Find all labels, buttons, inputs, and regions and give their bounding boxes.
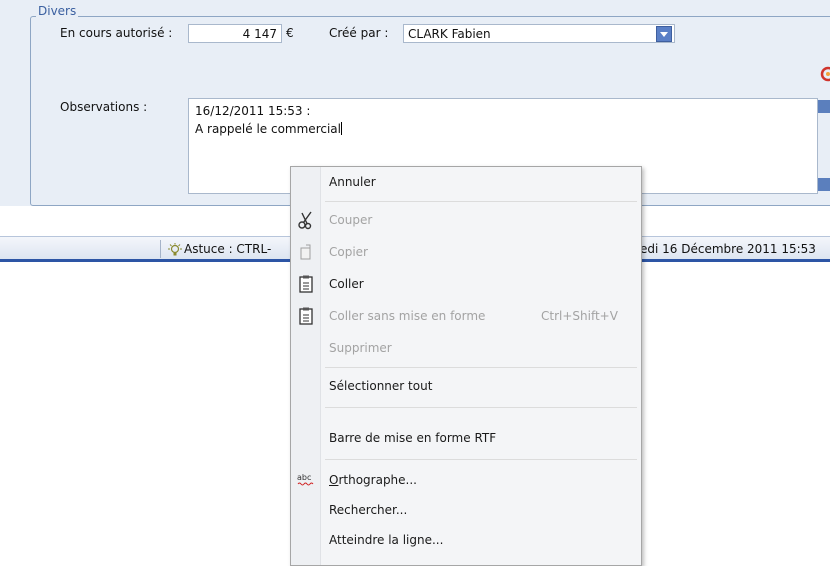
menu-item-label: Sélectionner tout [329,379,433,393]
menu-item-copier[interactable]: Copier [291,237,641,267]
refresh-icon[interactable] [818,66,830,82]
menu-item-label: Barre de mise en forme RTF [329,431,497,445]
menu-separator [325,367,637,368]
menu-item-label: Coller sans mise en forme [329,309,486,323]
cree-par-value: CLARK Fabien [408,27,491,41]
menu-item-label: Rechercher... [329,503,408,517]
spellcheck-icon: abc [297,473,314,486]
cree-par-select[interactable]: CLARK Fabien [403,24,675,43]
currency-label: € [286,26,294,40]
scroll-up-button[interactable] [818,100,830,113]
menu-separator [325,459,637,460]
menu-item-annuler[interactable]: Annuler [291,167,641,197]
observations-line-2: A rappelé le commercial [195,120,811,138]
menu-item-supprimer[interactable]: Supprimer [291,333,641,363]
menu-item-label: Coller [329,277,364,291]
menu-item-couper[interactable]: Couper [291,205,641,235]
text-caret [340,122,342,135]
status-date: edi 16 Décembre 2011 15:53 [640,242,816,256]
scroll-down-button[interactable] [818,178,830,191]
svg-text:abc: abc [297,473,311,482]
menu-separator [325,407,637,408]
menu-item-label: Atteindre la ligne... [329,533,444,547]
encours-value: 4 147 [242,27,277,41]
menu-item-label: Supprimer [329,341,392,355]
observations-line-1: 16/12/2011 15:53 : [195,104,311,118]
status-tip: Astuce : CTRL- [184,242,272,256]
menu-item-coller-sans-mise-en-forme[interactable]: Coller sans mise en forme Ctrl+Shift+V [291,301,641,331]
menu-item-shortcut: Ctrl+Shift+V [541,309,618,323]
lightbulb-icon [168,243,182,256]
encours-label: En cours autorisé : [60,26,173,40]
status-separator [160,240,161,258]
menu-item-orthographe[interactable]: abc Orthographe... [291,465,641,495]
menu-item-atteindre-la-ligne[interactable]: Atteindre la ligne... [291,525,641,555]
menu-item-rechercher[interactable]: Rechercher... [291,495,641,525]
menu-item-label: Copier [329,245,368,259]
menu-separator [325,201,637,202]
copy-icon [300,244,311,260]
paste-icon [299,275,313,293]
chevron-down-icon[interactable] [656,26,672,42]
paste-plain-icon [299,307,313,325]
encours-input[interactable]: 4 147 [188,24,282,43]
cree-par-label: Créé par : [329,26,389,40]
menu-item-coller[interactable]: Coller [291,269,641,299]
menu-item-selectionner-tout[interactable]: Sélectionner tout [291,371,641,401]
observations-line-2-text: A rappelé le commercial [195,122,341,136]
observations-label: Observations : [60,100,148,114]
fieldset-legend: Divers [36,4,79,18]
menu-item-label-rest: rthographe... [338,473,417,487]
menu-item-label: Couper [329,213,373,227]
menu-item-label: Orthographe... [329,473,417,487]
scissors-icon [298,211,312,230]
context-menu: Annuler Couper Copier Coller Coller sans… [290,166,642,566]
menu-item-barre-rtf[interactable]: Barre de mise en forme RTF [291,423,641,453]
menu-item-label: Annuler [329,175,376,189]
